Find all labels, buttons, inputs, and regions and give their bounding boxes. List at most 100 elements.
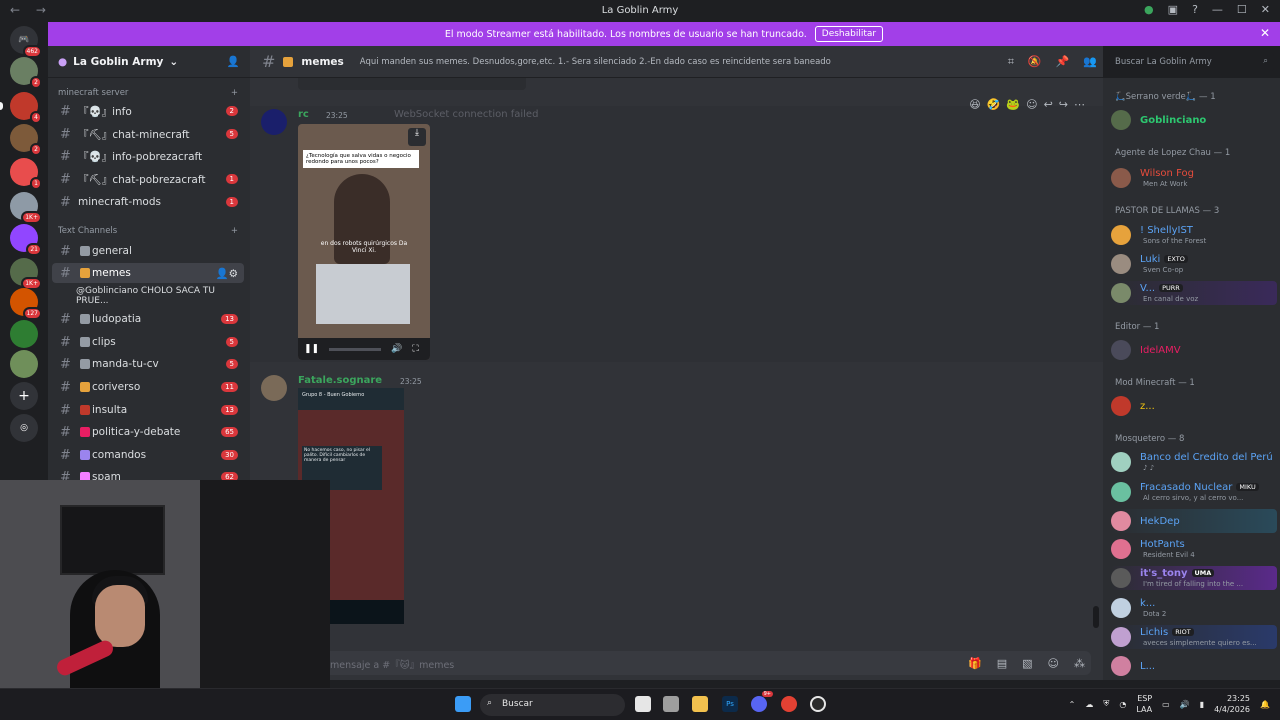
- language-indicator[interactable]: ESP LAA: [1136, 693, 1152, 715]
- server-icon[interactable]: 127: [10, 288, 42, 320]
- avatar[interactable]: [261, 109, 287, 135]
- chevron-up-icon[interactable]: ⌃: [1069, 700, 1076, 709]
- member-item[interactable]: ! ShellyIST Sons of the Forest: [1111, 223, 1277, 247]
- channel-manda-tu-cv[interactable]: # manda-tu-cv 5: [52, 354, 244, 374]
- category-text-channels[interactable]: Text Channels +: [58, 226, 238, 236]
- shield-icon[interactable]: ⛨: [1103, 699, 1109, 709]
- channel-comandos[interactable]: # comandos 30: [52, 445, 244, 465]
- chrome-icon[interactable]: [781, 696, 797, 712]
- channel-info[interactable]: # 『💀』info 2: [52, 101, 244, 121]
- server-icon[interactable]: 1K+: [10, 192, 42, 224]
- member-item[interactable]: L...: [1111, 654, 1277, 678]
- server-icon[interactable]: 1K+: [10, 258, 42, 290]
- app-icon[interactable]: [663, 696, 679, 712]
- server-icon[interactable]: 2: [10, 124, 42, 156]
- notification-icon[interactable]: 🔔: [1260, 700, 1270, 709]
- emoji-reaction-icon[interactable]: 😆: [969, 98, 980, 111]
- add-channel-icon[interactable]: +: [231, 226, 238, 236]
- wifi-icon[interactable]: ◔: [1119, 700, 1126, 709]
- server-header[interactable]: ● La Goblin Army ⌄ 👤: [48, 46, 250, 78]
- member-item[interactable]: V... PURR En canal de voz: [1111, 281, 1277, 305]
- member-item[interactable]: Lichis RIOT aveces simplemente quiero es..…: [1111, 625, 1277, 649]
- add-channel-icon[interactable]: +: [231, 88, 238, 98]
- channel-general[interactable]: # general: [52, 241, 244, 261]
- search-input[interactable]: Buscar La Goblin Army ⌕: [1109, 53, 1274, 71]
- emoji-icon[interactable]: ☺: [1048, 657, 1059, 670]
- app-icon[interactable]: [810, 696, 826, 712]
- thread-item[interactable]: @Goblinciano CHOLO SACA TU PRUE...: [52, 286, 244, 306]
- add-reaction-icon[interactable]: ☺: [1026, 98, 1037, 111]
- server-icon[interactable]: 4: [10, 92, 42, 124]
- settings-icon[interactable]: 👤⚙: [216, 267, 239, 280]
- apps-icon[interactable]: ⁂: [1074, 657, 1085, 670]
- pin-icon[interactable]: 📌: [1056, 55, 1070, 69]
- emoji-reaction-icon[interactable]: 🐸: [1006, 98, 1020, 111]
- battery-icon[interactable]: ▮: [1200, 700, 1204, 709]
- sticker-icon[interactable]: ▧: [1022, 657, 1032, 670]
- gift-icon[interactable]: 🎁: [968, 657, 982, 670]
- disable-streamer-button[interactable]: Deshabilitar: [814, 26, 884, 42]
- server-icon[interactable]: [10, 320, 38, 348]
- pause-icon[interactable]: ❚❚: [304, 344, 319, 354]
- progress-bar[interactable]: [329, 347, 382, 351]
- member-item[interactable]: Wilson Fog Men At Work: [1111, 166, 1277, 190]
- member-item[interactable]: it's_tony UMA I'm tired of falling into th…: [1111, 566, 1277, 590]
- author-name[interactable]: Fatale.sognare: [298, 375, 382, 386]
- channel-memes[interactable]: # memes 👤⚙: [52, 263, 244, 283]
- member-item[interactable]: HekDep: [1111, 509, 1277, 533]
- maximize-button[interactable]: ☐: [1237, 3, 1247, 16]
- add-member-icon[interactable]: 👤: [227, 55, 240, 68]
- update-icon[interactable]: ●: [1144, 3, 1154, 16]
- channel-politica-y-debate[interactable]: # politica-y-debate 65: [52, 422, 244, 442]
- server-icon[interactable]: 2: [10, 57, 42, 89]
- video-attachment[interactable]: ⤓ ¿Tecnología que salva vidas o negocio …: [298, 124, 430, 360]
- channel-info-pobrezacraft[interactable]: # 『💀』info-pobrezacraft: [52, 146, 244, 166]
- members-icon[interactable]: 👥: [1083, 55, 1097, 69]
- reply-icon[interactable]: ↩: [1044, 98, 1053, 111]
- task-view-icon[interactable]: [635, 696, 651, 712]
- forward-icon[interactable]: ↪: [1059, 98, 1068, 111]
- message-input[interactable]: mensaje a #『🐱』memes: [262, 651, 1091, 675]
- help-icon[interactable]: ?: [1192, 3, 1198, 16]
- add-server-icon[interactable]: +: [10, 382, 38, 410]
- channel-clips[interactable]: # clips 5: [52, 332, 244, 352]
- more-icon[interactable]: ⋯: [1074, 98, 1085, 111]
- volume-icon[interactable]: 🔊: [391, 344, 402, 354]
- fullscreen-icon[interactable]: ⛶: [412, 344, 418, 354]
- close-icon[interactable]: ✕: [1260, 26, 1270, 40]
- network-icon[interactable]: ▭: [1162, 700, 1170, 709]
- channel-insulta[interactable]: # insulta 13: [52, 400, 244, 420]
- channel-minecraft-mods[interactable]: # minecraft-mods 1: [52, 192, 244, 212]
- message-rc[interactable]: rc 23:25 WebSocket connection failed 😆 🤣…: [250, 98, 1103, 362]
- channel-topic[interactable]: Aqui manden sus memes. Desnudos,gore,etc…: [360, 57, 831, 67]
- member-item[interactable]: Goblinciano: [1111, 108, 1277, 132]
- cloud-icon[interactable]: ☁: [1085, 700, 1093, 709]
- channel-ludopatia[interactable]: # ludopatia 13: [52, 309, 244, 329]
- member-item[interactable]: IdelAMV: [1111, 338, 1277, 362]
- member-item[interactable]: Fracasado Nuclear MIKU Al cerro sirvo, y a…: [1111, 480, 1277, 504]
- volume-icon[interactable]: 🔊: [1180, 700, 1190, 709]
- server-icon[interactable]: [10, 350, 38, 378]
- channel-coriverso[interactable]: # coriverso 11: [52, 377, 244, 397]
- close-window-button[interactable]: ✕: [1261, 3, 1270, 16]
- member-item[interactable]: Luki EXTO Sven Co-op: [1111, 252, 1277, 276]
- channel-chat-pobrezacraft[interactable]: # 『⛏』chat-pobrezacraft 1: [52, 169, 244, 189]
- minimize-button[interactable]: —: [1212, 3, 1223, 16]
- discord-icon[interactable]: 9+: [751, 691, 773, 712]
- photoshop-icon[interactable]: Ps: [722, 696, 738, 712]
- member-item[interactable]: k... Dota 2: [1111, 596, 1277, 620]
- threads-icon[interactable]: ⌗: [1008, 55, 1014, 69]
- author-name[interactable]: rc: [298, 109, 309, 120]
- scrollbar[interactable]: [1093, 606, 1099, 628]
- discover-icon[interactable]: ◎: [10, 414, 38, 442]
- category-minecraft[interactable]: minecraft server +: [58, 88, 238, 98]
- file-explorer-icon[interactable]: [692, 696, 708, 712]
- member-item[interactable]: HotPants Resident Evil 4: [1111, 537, 1277, 561]
- gif-icon[interactable]: ▤: [997, 657, 1007, 670]
- emoji-reaction-icon[interactable]: 🤣: [987, 98, 1001, 111]
- member-item[interactable]: z...: [1111, 394, 1277, 418]
- mute-bell-icon[interactable]: 🔕: [1028, 55, 1042, 69]
- taskbar-search[interactable]: ⌕ Buscar: [480, 694, 625, 716]
- channel-chat-minecraft[interactable]: # 『⛏』chat-minecraft 5: [52, 124, 244, 144]
- avatar[interactable]: [261, 375, 287, 401]
